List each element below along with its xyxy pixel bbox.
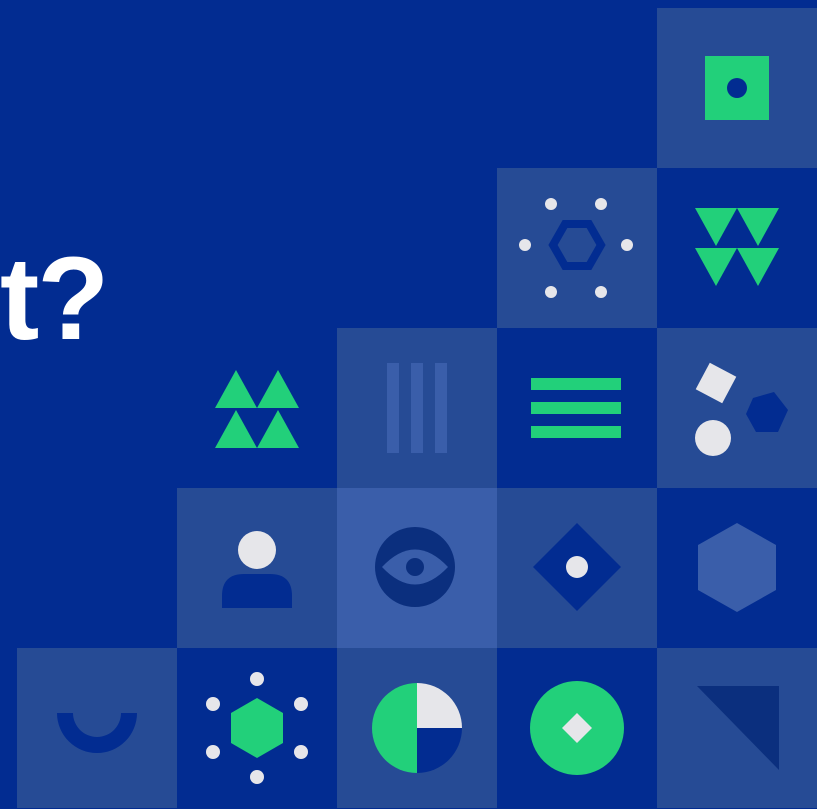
- eye-icon: [375, 527, 455, 607]
- tile-hexagon-dots: [497, 168, 657, 328]
- tile-circle-diamond: [497, 648, 657, 808]
- tile-down-triangles: [657, 168, 817, 328]
- tile-pie-chart: [337, 648, 497, 808]
- square-dot-icon: [705, 56, 769, 120]
- tile-vertical-bars: [337, 328, 497, 488]
- vertical-bars-icon: [387, 363, 447, 453]
- shapes-cluster-icon: [695, 362, 788, 456]
- tile-diamond-dot: [497, 488, 657, 648]
- tile-square-dot: [657, 8, 817, 168]
- person-icon: [222, 531, 292, 608]
- pie-chart-icon: [372, 683, 462, 773]
- down-triangles-icon: [695, 208, 779, 286]
- tile-shapes-cluster: [657, 328, 817, 488]
- corner-triangle-icon: [697, 686, 779, 770]
- hexagon-dots-icon: [519, 198, 633, 298]
- up-triangles-icon: [215, 370, 299, 448]
- tile-hexagon: [657, 488, 817, 648]
- tile-half-circle: [17, 648, 177, 808]
- horizontal-bars-icon: [531, 378, 621, 438]
- half-circle-icon: [57, 713, 137, 753]
- tile-hexagon-molecule: [177, 648, 337, 808]
- hexagon-icon: [698, 523, 776, 612]
- circle-diamond-icon: [530, 681, 624, 775]
- tile-eye: [337, 488, 497, 648]
- tile-up-triangles: [177, 328, 337, 488]
- tile-horizontal-bars: [497, 328, 657, 488]
- hexagon-molecule-icon: [206, 672, 308, 784]
- tile-person: [177, 488, 337, 648]
- headline-text: t?: [0, 233, 109, 365]
- tile-corner-triangle: [657, 648, 817, 808]
- diamond-dot-icon: [533, 523, 621, 611]
